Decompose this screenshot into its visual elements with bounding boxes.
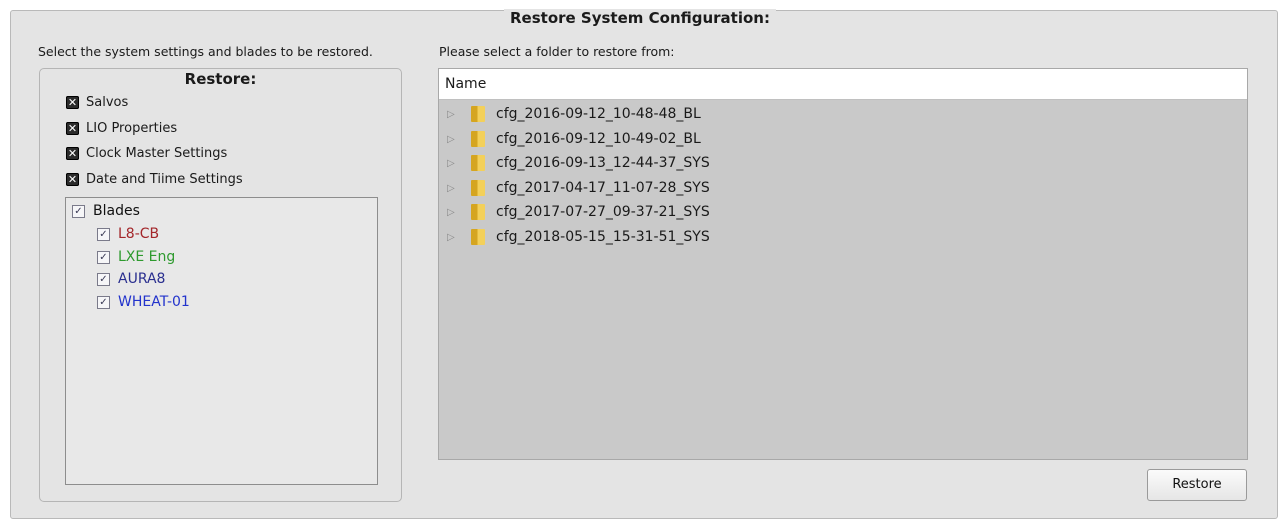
folder-name: cfg_2018-05-15_15-31-51_SYS — [496, 229, 710, 245]
folder-row[interactable]: ▷ cfg_2016-09-12_10-48-48_BL — [439, 102, 1247, 126]
folder-icon — [471, 131, 485, 147]
folder-icon — [471, 180, 485, 196]
check-icon[interactable]: ✓ — [72, 204, 85, 218]
option-label: Date and Tiime Settings — [86, 172, 243, 187]
check-icon[interactable]: ✓ — [97, 250, 110, 264]
folder-row[interactable]: ▷ cfg_2017-07-27_09-37-21_SYS — [439, 200, 1247, 224]
folder-icon — [471, 106, 485, 122]
folder-icon — [471, 155, 485, 171]
option-clock-master-settings[interactable]: ✕ Clock Master Settings — [66, 146, 227, 161]
option-date-time-settings[interactable]: ✕ Date and Tiime Settings — [66, 172, 243, 187]
folder-icon — [471, 229, 485, 245]
column-header-name[interactable]: Name — [439, 69, 1247, 100]
folder-list[interactable]: Name ▷ cfg_2016-09-12_10-48-48_BL ▷ cfg_… — [438, 68, 1248, 460]
folder-name: cfg_2017-04-17_11-07-28_SYS — [496, 180, 710, 196]
check-icon[interactable]: ✓ — [97, 295, 110, 309]
tree-item-l8-cb[interactable]: ✓ L8-CB — [97, 226, 159, 242]
x-checkbox-icon[interactable]: ✕ — [66, 147, 79, 160]
tree-item-wheat-01[interactable]: ✓ WHEAT-01 — [97, 294, 190, 310]
folder-name: cfg_2017-07-27_09-37-21_SYS — [496, 204, 710, 220]
folder-name: cfg_2016-09-13_12-44-37_SYS — [496, 155, 710, 171]
tree-item-label: LXE Eng — [118, 249, 176, 265]
folder-row[interactable]: ▷ cfg_2017-04-17_11-07-28_SYS — [439, 176, 1247, 200]
expand-triangle-icon[interactable]: ▷ — [447, 183, 455, 194]
expand-triangle-icon[interactable]: ▷ — [447, 158, 455, 169]
x-checkbox-icon[interactable]: ✕ — [66, 96, 79, 109]
tree-item-label: L8-CB — [118, 226, 160, 242]
folder-name: cfg_2016-09-12_10-49-02_BL — [496, 131, 701, 147]
option-label: LIO Properties — [86, 121, 178, 136]
restore-panel-title: Restore: — [184, 70, 257, 88]
x-checkbox-icon[interactable]: ✕ — [66, 173, 79, 186]
tree-item-lxe-eng[interactable]: ✓ LXE Eng — [97, 249, 175, 265]
check-icon[interactable]: ✓ — [97, 272, 110, 286]
option-label: Clock Master Settings — [86, 146, 228, 161]
tree-item-label: AURA8 — [118, 271, 166, 287]
option-salvos[interactable]: ✕ Salvos — [66, 95, 128, 110]
tree-item-aura8[interactable]: ✓ AURA8 — [97, 271, 165, 287]
restore-button[interactable]: Restore — [1147, 469, 1247, 501]
folder-row[interactable]: ▷ cfg_2016-09-13_12-44-37_SYS — [439, 151, 1247, 175]
tree-item-label: Blades — [93, 203, 140, 219]
dialog-title: Restore System Configuration: — [504, 9, 776, 27]
left-instruction: Select the system settings and blades to… — [38, 44, 373, 59]
folder-icon — [471, 204, 485, 220]
tree-item-label: WHEAT-01 — [118, 294, 190, 310]
option-lio-properties[interactable]: ✕ LIO Properties — [66, 121, 177, 136]
folder-name: cfg_2016-09-12_10-48-48_BL — [496, 106, 701, 122]
check-icon[interactable]: ✓ — [97, 227, 110, 241]
expand-triangle-icon[interactable]: ▷ — [447, 134, 455, 145]
option-label: Salvos — [86, 95, 129, 110]
right-instruction: Please select a folder to restore from: — [439, 44, 675, 59]
expand-triangle-icon[interactable]: ▷ — [447, 109, 455, 120]
x-checkbox-icon[interactable]: ✕ — [66, 122, 79, 135]
expand-triangle-icon[interactable]: ▷ — [447, 207, 455, 218]
restore-panel: Restore: ✕ Salvos ✕ LIO Properties ✕ Clo… — [39, 68, 402, 502]
expand-triangle-icon[interactable]: ▷ — [447, 232, 455, 243]
folder-row[interactable]: ▷ cfg_2016-09-12_10-49-02_BL — [439, 127, 1247, 151]
tree-item-blades[interactable]: ✓ Blades — [72, 203, 140, 219]
folder-row[interactable]: ▷ cfg_2018-05-15_15-31-51_SYS — [439, 225, 1247, 249]
blades-tree[interactable]: ✓ Blades ✓ L8-CB ✓ LXE Eng ✓ AURA8 ✓ WHE… — [65, 197, 378, 485]
